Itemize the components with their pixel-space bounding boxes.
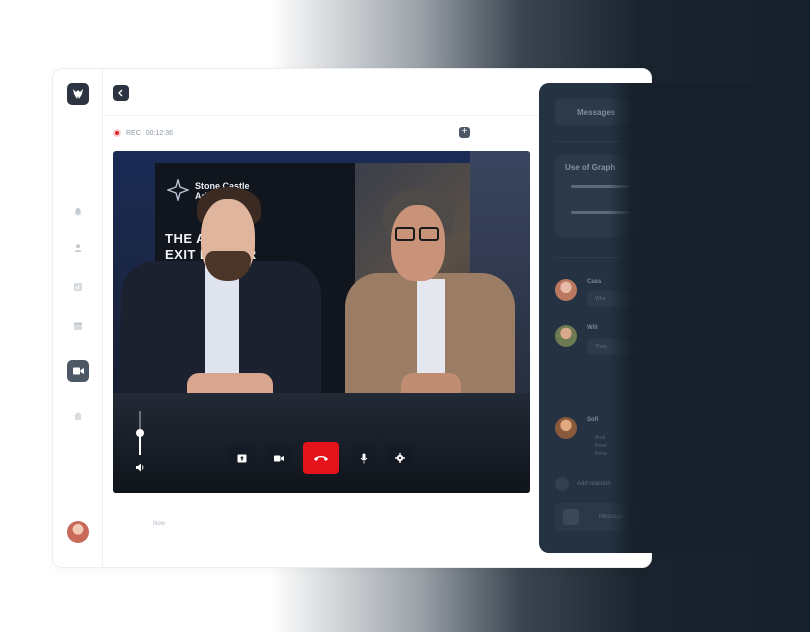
volume-knob[interactable] bbox=[136, 429, 144, 437]
message-line: Beha bbox=[595, 451, 607, 457]
screen-logo-icon bbox=[167, 179, 189, 201]
poll-card[interactable]: Use of Graph bbox=[555, 155, 795, 237]
calendar-icon[interactable] bbox=[67, 315, 89, 337]
microphone-icon bbox=[360, 453, 368, 463]
gear-icon bbox=[395, 453, 405, 463]
message-author: Cass bbox=[587, 279, 602, 285]
rec-time: 00:12:36 bbox=[145, 129, 174, 137]
back-button[interactable] bbox=[113, 85, 129, 101]
chevron-left-icon bbox=[118, 89, 123, 97]
home-icon[interactable] bbox=[67, 405, 89, 427]
user-icon[interactable] bbox=[67, 237, 89, 259]
logo-mark-icon bbox=[73, 89, 83, 99]
message-author: Will bbox=[587, 325, 598, 331]
emoji-icon[interactable] bbox=[555, 477, 569, 491]
video-feed: Stone Castle Ad THE ABLE EXIT ERATOR bbox=[113, 151, 530, 493]
app-logo[interactable] bbox=[67, 83, 89, 105]
message-avatar[interactable] bbox=[555, 325, 577, 347]
microphone-button[interactable] bbox=[351, 445, 377, 471]
video-call-icon[interactable] bbox=[67, 360, 89, 382]
hang-up-icon bbox=[314, 456, 328, 461]
image-icon[interactable] bbox=[563, 509, 579, 525]
end-call-button[interactable] bbox=[303, 442, 339, 474]
poll-title: Use of Graph bbox=[565, 163, 616, 172]
chat-divider bbox=[555, 257, 799, 258]
camera-button[interactable] bbox=[266, 445, 292, 471]
poll-bar bbox=[571, 185, 631, 188]
volume-slider[interactable] bbox=[136, 411, 144, 455]
poll-bar bbox=[571, 211, 631, 214]
notifications-icon[interactable] bbox=[67, 201, 89, 223]
volume-icon[interactable] bbox=[135, 459, 145, 477]
analytics-icon[interactable] bbox=[67, 276, 89, 298]
settings-button[interactable] bbox=[387, 445, 413, 471]
share-screen-icon bbox=[237, 454, 247, 462]
reaction-label: Add reaction bbox=[577, 481, 611, 487]
add-participant-button[interactable]: + bbox=[459, 127, 470, 138]
message-input[interactable]: Message bbox=[555, 503, 795, 531]
message-placeholder: Message bbox=[599, 514, 624, 520]
message-line: Anal bbox=[595, 435, 606, 441]
message-avatar[interactable] bbox=[555, 279, 577, 301]
rec-label: REC bbox=[126, 129, 141, 137]
footer-note: Now bbox=[153, 521, 166, 527]
tab-messages[interactable]: Messages bbox=[555, 99, 635, 125]
user-avatar[interactable] bbox=[67, 521, 89, 543]
message-text: Thou bbox=[587, 339, 657, 355]
message-avatar[interactable] bbox=[555, 417, 577, 439]
camera-icon bbox=[274, 455, 284, 461]
sidebar bbox=[53, 69, 103, 569]
chat-divider bbox=[555, 141, 799, 142]
chat-panel: Messages Use of Graph Cass Wha Will Thou… bbox=[539, 83, 799, 553]
message-line: Rese bbox=[595, 443, 607, 449]
record-dot-icon bbox=[113, 129, 121, 137]
recording-indicator: REC 00:12:36 bbox=[113, 129, 173, 137]
message-text: Wha bbox=[587, 291, 657, 307]
share-screen-button[interactable] bbox=[229, 445, 255, 471]
message-author: Sofi bbox=[587, 417, 599, 423]
